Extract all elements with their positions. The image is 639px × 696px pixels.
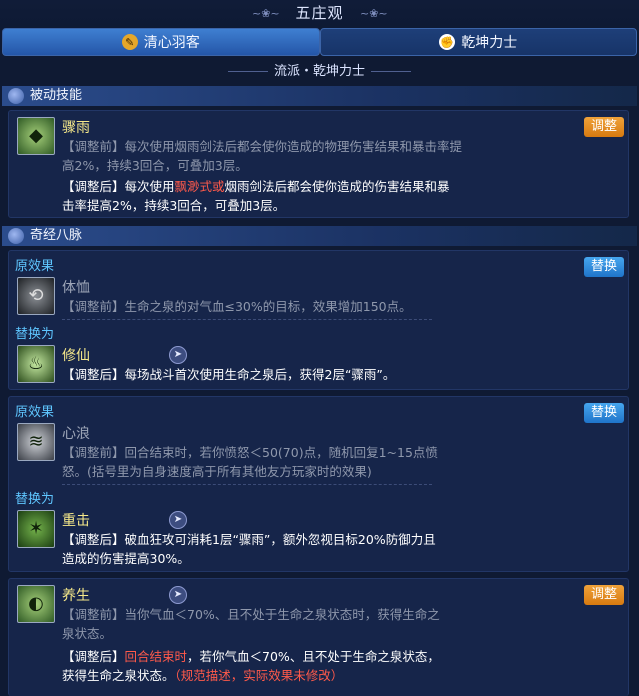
replace-button[interactable]: 替换 xyxy=(584,257,624,277)
section-title: 被动技能 xyxy=(30,88,83,103)
send-icon[interactable]: ➤ xyxy=(169,511,187,529)
orig-skill-name: 体恤 xyxy=(62,280,90,296)
skill-zhouyu-icon[interactable]: ◆ xyxy=(17,117,55,155)
divider xyxy=(62,484,432,486)
school-subtitle: 流派・乾坤力士 xyxy=(0,60,639,84)
divider xyxy=(62,319,432,321)
orig-effect-label: 原效果 xyxy=(15,259,55,274)
replace-button[interactable]: 替换 xyxy=(584,403,624,423)
tab-label: 清心羽客 xyxy=(143,35,200,51)
new-skill-text: 【调整后】破血狂攻可消耗1层“骤雨”，额外忽视目标20%防御力且造成的伤害提高3… xyxy=(62,532,436,566)
skill-name: 骤雨 xyxy=(62,120,90,136)
adjust-button[interactable]: 调整 xyxy=(584,117,624,137)
passive-skill-card: ◆ 骤雨 调整 【调整前】每次使用烟雨剑法后都会使你造成的物理伤害结果和暴击率提… xyxy=(8,110,629,218)
tab-qingxin[interactable]: ✎ 清心羽客 xyxy=(2,28,320,56)
window-header: ~❀~ 五庄观 ~❀~ xyxy=(0,0,639,28)
meridian-card-2: 原效果 替换 ≋ 心浪 【调整前】回合结束时，若你愤怒＜50(70)点，随机回复… xyxy=(8,396,629,572)
new-skill-name: 重击 xyxy=(62,513,90,529)
fist-icon: ✊ xyxy=(439,34,456,50)
new-skill-name: 修仙 xyxy=(62,348,90,364)
new-skill-text: 【调整后】每场战斗首次使用生命之泉后，获得2层“骤雨”。 xyxy=(62,367,396,382)
school-label: 流派・乾坤力士 xyxy=(273,64,365,79)
skill-xinlang-icon[interactable]: ≋ xyxy=(17,423,55,461)
school-tabs: ✎ 清心羽客 ✊ 乾坤力士 xyxy=(2,28,637,56)
skill-xiuxian-icon[interactable]: ♨ xyxy=(17,345,55,383)
orig-skill-text: 【调整前】生命之泉的对气血≤30%的目标，效果增加150点。 xyxy=(62,299,412,314)
orig-skill-name: 心浪 xyxy=(62,426,90,442)
page-title: 五庄观 xyxy=(295,4,344,22)
section-title: 奇经八脉 xyxy=(30,228,83,243)
skill-yangsheng-icon[interactable]: ◐ xyxy=(17,585,55,623)
before-text: 【调整前】每次使用烟雨剑法后都会使你造成的物理伤害结果和暴击率提高2%，持续3回… xyxy=(62,139,463,173)
orig-skill-text: 【调整前】回合结束时，若你愤怒＜50(70)点，随机回复1~15点愤怒。(括号里… xyxy=(62,445,438,479)
send-icon[interactable]: ➤ xyxy=(169,586,187,604)
tab-qiankun[interactable]: ✊ 乾坤力士 xyxy=(319,28,637,56)
meridian-card-3: ◐ 养生 ➤ 调整 【调整前】当你气血＜70%、且不处于生命之泉状态时，获得生命… xyxy=(8,578,629,696)
orig-effect-label: 原效果 xyxy=(15,405,55,420)
meridian-card-1: 原效果 替换 ⟲ 体恤 【调整前】生命之泉的对气血≤30%的目标，效果增加150… xyxy=(8,250,629,390)
divider xyxy=(227,71,268,72)
after-text: 【调整后】回合结束时，若你气血＜70%、且不处于生命之泉状态，获得生命之泉状态。… xyxy=(62,649,440,683)
before-text: 【调整前】当你气血＜70%、且不处于生命之泉状态时，获得生命之泉状态。 xyxy=(62,607,440,641)
divider xyxy=(371,71,411,72)
after-text: 【调整后】每次使用飘渺式或烟雨剑法后都会使你造成的伤害结果和暴击率提高2%，持续… xyxy=(62,179,450,213)
section-bullet-icon xyxy=(8,88,24,104)
feather-icon: ✎ xyxy=(121,34,138,50)
send-icon[interactable]: ➤ xyxy=(169,346,187,364)
replace-label: 替换为 xyxy=(15,492,55,507)
ornament-right-icon: ~❀~ xyxy=(360,7,388,20)
skill-tixu-icon[interactable]: ⟲ xyxy=(17,277,55,315)
replace-label: 替换为 xyxy=(15,327,55,342)
skill-zhongji-icon[interactable]: ✶ xyxy=(17,510,55,548)
tab-label: 乾坤力士 xyxy=(461,35,518,51)
section-header-passive: 被动技能 xyxy=(2,86,637,106)
adjust-button[interactable]: 调整 xyxy=(584,585,624,605)
section-bullet-icon xyxy=(8,228,24,244)
section-header-meridian: 奇经八脉 xyxy=(2,226,637,246)
skill-name: 养生 xyxy=(62,588,90,604)
